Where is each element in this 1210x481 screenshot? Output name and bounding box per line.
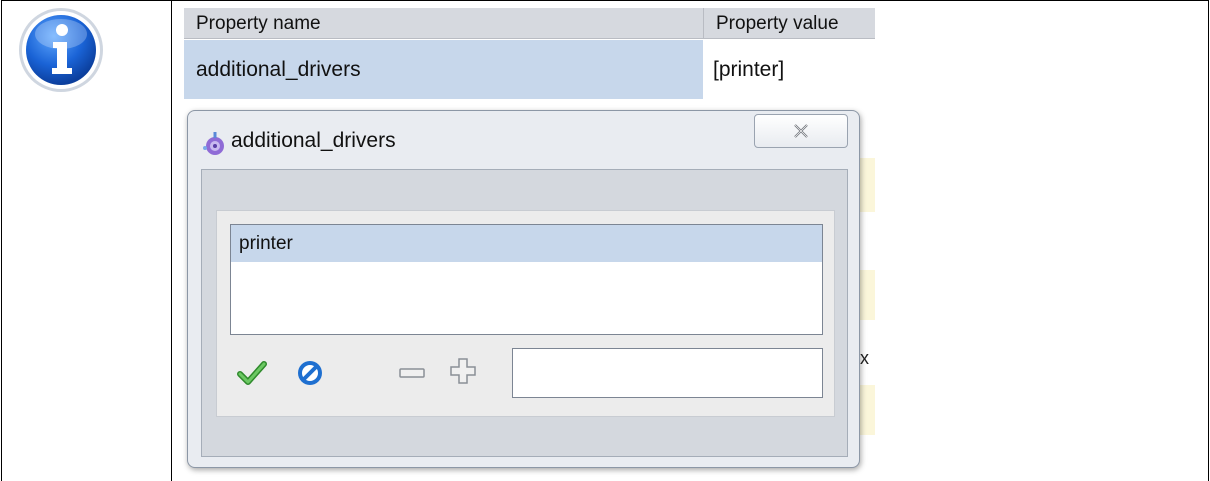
- dialog-title: additional_drivers: [231, 129, 396, 152]
- new-item-input[interactable]: [512, 348, 823, 398]
- item-list[interactable]: printer: [230, 224, 823, 335]
- background-row: [860, 270, 875, 320]
- background-row: [860, 158, 875, 212]
- background-text: x: [860, 348, 869, 368]
- dialog-content-frame: printer: [201, 169, 848, 457]
- column-separator: [703, 8, 704, 39]
- column-header-property-value[interactable]: Property value: [704, 8, 875, 39]
- doc-border-top: [1, 0, 1209, 1]
- plus-icon[interactable]: [448, 356, 478, 386]
- list-editor-panel: printer: [216, 210, 835, 417]
- list-editor-dialog: additional_drivers printer: [187, 110, 860, 468]
- column-header-property-name[interactable]: Property name: [184, 8, 704, 39]
- background-row: [860, 385, 875, 435]
- close-button[interactable]: [754, 114, 848, 148]
- doc-border-divider: [171, 0, 172, 481]
- doc-border-left: [1, 0, 2, 481]
- table-row-value[interactable]: [printer]: [703, 40, 875, 99]
- cancel-icon[interactable]: [295, 358, 325, 388]
- app-gear-icon: [203, 132, 224, 155]
- table-row-name[interactable]: additional_drivers: [184, 40, 703, 99]
- info-icon: [19, 8, 103, 92]
- checkmark-icon[interactable]: [237, 358, 267, 388]
- doc-border-right: [1208, 0, 1209, 481]
- close-icon: [794, 124, 808, 138]
- minus-icon[interactable]: [397, 358, 427, 388]
- list-item[interactable]: printer: [231, 225, 822, 262]
